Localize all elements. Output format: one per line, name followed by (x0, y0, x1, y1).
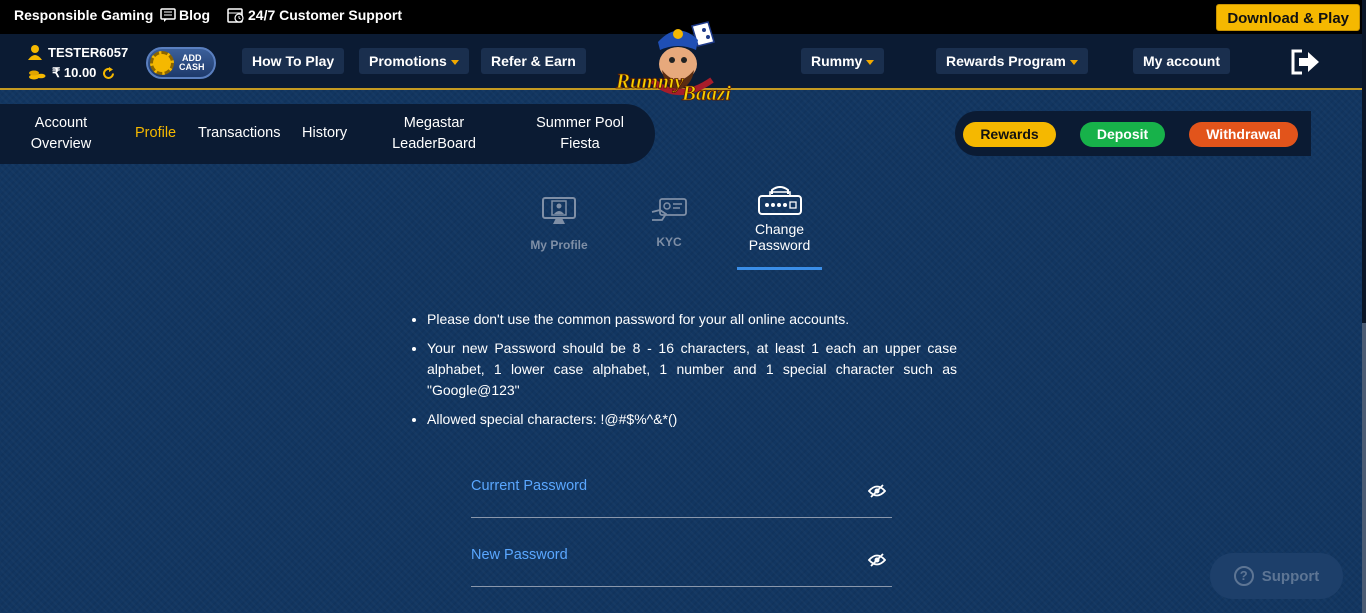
customer-support-link[interactable]: 24/7 Customer Support (227, 7, 402, 23)
balance: ₹ 10.00 (52, 65, 97, 80)
user-info: TESTER6057 ₹ 10.00 (28, 43, 128, 85)
tab-change-password[interactable]: Change Password (737, 186, 822, 253)
add-cash-button[interactable]: ADD CASH (146, 47, 216, 79)
account-subnav: Account Overview Profile Transactions Hi… (0, 104, 655, 164)
tab-kyc-label: KYC (656, 235, 682, 249)
eye-slash-icon[interactable] (868, 484, 886, 498)
new-password-label: New Password (471, 547, 568, 563)
calendar-clock-icon (227, 8, 244, 23)
rummy-dropdown[interactable]: Rummy (801, 48, 885, 74)
active-tab-indicator (737, 267, 822, 270)
password-lock-icon (757, 186, 802, 215)
eye-slash-icon[interactable] (868, 553, 886, 567)
logo-text-rummy: Rummy (615, 69, 684, 93)
password-rule: Your new Password should be 8 - 16 chara… (427, 338, 957, 401)
rewards-button[interactable]: Rewards (963, 122, 1056, 147)
password-rule: Allowed special characters: !@#$%^&*() (427, 409, 957, 430)
tab-change-password-label-2: Password (748, 237, 811, 253)
monitor-user-icon (542, 197, 576, 224)
blog-label: Blog (179, 7, 211, 23)
download-play-button[interactable]: Download & Play (1216, 4, 1360, 31)
subnav-profile[interactable]: Profile (135, 123, 176, 144)
tab-my-profile[interactable]: My Profile (528, 196, 590, 252)
password-rule: Please don't use the common password for… (427, 309, 957, 330)
subnav-transactions[interactable]: Transactions (198, 123, 280, 144)
id-card-hand-icon (651, 198, 687, 221)
how-to-play-button[interactable]: How To Play (242, 48, 345, 74)
scrollbar-thumb[interactable] (1362, 323, 1366, 613)
deposit-button[interactable]: Deposit (1080, 122, 1165, 147)
help-question-icon: ? (1233, 566, 1254, 586)
rummy-baazi-logo[interactable]: Rummy Baazi (612, 20, 750, 104)
current-password-input[interactable] (471, 496, 851, 516)
blog-link[interactable]: Blog (160, 7, 210, 23)
subnav-history[interactable]: History (302, 123, 347, 144)
promotions-dropdown[interactable]: Promotions (359, 48, 469, 74)
subnav-summer-pool-fiesta[interactable]: Summer Pool Fiesta (532, 113, 628, 155)
refer-earn-button[interactable]: Refer & Earn (481, 48, 586, 74)
subnav-account-overview[interactable]: Account Overview (30, 113, 92, 155)
page-scrollbar[interactable] (1362, 0, 1366, 613)
new-password-field: New Password (471, 547, 892, 587)
current-password-label: Current Password (471, 478, 588, 494)
withdrawal-button[interactable]: Withdrawal (1189, 122, 1298, 147)
tab-change-password-label-1: Change (754, 221, 805, 237)
support-widget-button[interactable]: ? Support (1210, 553, 1343, 599)
tab-my-profile-label: My Profile (530, 238, 588, 252)
wallet-actions: Rewards Deposit Withdrawal (955, 111, 1311, 156)
user-icon (28, 45, 42, 60)
coins-icon (29, 70, 46, 80)
current-password-field: Current Password (471, 478, 892, 518)
subnav-megastar-leaderboard[interactable]: Megastar LeaderBoard (390, 113, 478, 155)
chevron-down-icon (866, 59, 875, 65)
tab-kyc[interactable]: KYC (648, 196, 690, 249)
password-rules-list: Please don't use the common password for… (412, 309, 957, 438)
chevron-down-icon (450, 59, 459, 65)
chevron-down-icon (1069, 59, 1078, 65)
logo-text-baazi: Baazi (681, 81, 731, 104)
add-cash-label: ADD CASH (179, 53, 205, 72)
rummy-label: Rummy (811, 53, 863, 69)
refresh-icon[interactable] (102, 66, 115, 80)
my-account-button[interactable]: My account (1133, 48, 1231, 74)
new-password-input[interactable] (471, 565, 851, 585)
support-label: Support (1261, 567, 1320, 585)
promotions-label: Promotions (369, 53, 447, 69)
customer-support-label: 24/7 Customer Support (248, 7, 403, 23)
username: TESTER6057 (48, 44, 129, 60)
responsible-gaming-link[interactable]: Responsible Gaming (14, 7, 153, 23)
chip-icon (150, 51, 174, 75)
blog-icon (160, 8, 176, 22)
rewards-program-dropdown[interactable]: Rewards Program (936, 48, 1088, 74)
logout-icon[interactable] (1290, 49, 1320, 75)
rewards-program-label: Rewards Program (946, 53, 1066, 69)
responsible-gaming-label: Responsible Gaming (14, 7, 154, 23)
